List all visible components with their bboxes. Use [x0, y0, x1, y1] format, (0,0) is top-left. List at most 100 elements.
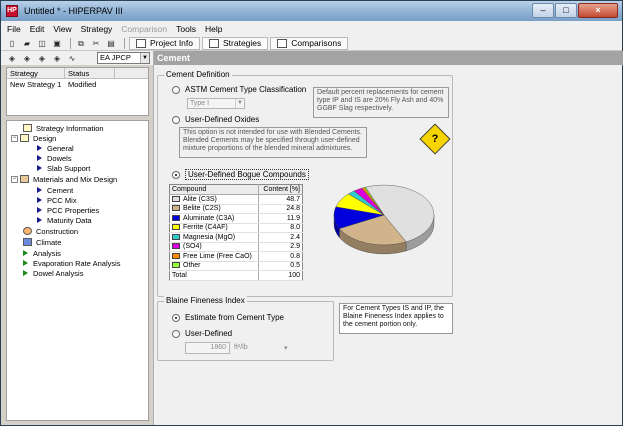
open-folder-icon[interactable]: ▰ — [21, 38, 33, 49]
table-row[interactable]: Belite (C2S) 24.8 — [169, 204, 303, 214]
tree-label: Maturity Data — [47, 215, 92, 225]
chevron-down-icon[interactable]: ▼ — [235, 99, 244, 108]
blaine-value-input[interactable]: 1860 — [185, 342, 230, 354]
menu-tools[interactable]: Tools — [176, 24, 196, 34]
content-cell[interactable]: 24.8 — [257, 204, 303, 214]
strategy-row[interactable]: New Strategy 1 Modified — [7, 79, 148, 90]
content-cell[interactable]: 2.4 — [257, 232, 303, 243]
oxides-radio[interactable]: User-Defined Oxides — [172, 115, 259, 124]
help-icon: ? — [431, 133, 439, 145]
column-status[interactable]: Status — [65, 68, 115, 78]
content-cell[interactable]: 8.0 — [257, 223, 303, 233]
help-button[interactable]: ? — [419, 123, 451, 155]
table-row[interactable]: Other 0.5 — [169, 261, 303, 271]
table-row[interactable]: (SO4) 2.9 — [169, 242, 303, 252]
table-row[interactable]: Aluminate (C3A) 11.9 — [169, 213, 303, 224]
tree-evaporation-rate-analysis[interactable]: Evaporation Rate Analysis — [23, 258, 121, 268]
content-cell[interactable]: 2.9 — [257, 242, 303, 252]
paste-icon[interactable]: ▤ — [105, 38, 117, 49]
play-icon — [23, 270, 28, 276]
copy-strategy-icon[interactable]: ◈ — [21, 53, 33, 64]
collapse-icon[interactable]: − — [11, 134, 18, 142]
tree-dowel-analysis[interactable]: Dowel Analysis — [23, 268, 83, 278]
column-content: Content [%] — [257, 184, 303, 195]
bogue-radio[interactable]: User-Defined Bogue Compounds — [172, 169, 309, 180]
tree-maturity-data[interactable]: Maturity Data — [37, 215, 92, 225]
tree-label: PCC Properties — [47, 205, 100, 215]
astm-radio-button[interactable] — [172, 85, 180, 94]
add-strategy-icon[interactable]: ◈ — [6, 53, 18, 64]
table-row[interactable]: Alite (C3S) 48.7 — [169, 194, 303, 205]
analysis-graph-icon[interactable]: ∿ — [66, 53, 78, 64]
estimate-radio[interactable]: Estimate from Cement Type — [172, 313, 284, 322]
triangle-icon — [37, 197, 42, 203]
strategy-select[interactable]: EA JPCP ▼ — [97, 52, 150, 64]
triangle-icon — [37, 187, 42, 193]
total-value: 100 — [257, 270, 303, 281]
compound-cell: Magnesia (MgO) — [169, 232, 259, 243]
tree-cement[interactable]: Cement — [37, 185, 73, 195]
menu-edit[interactable]: Edit — [30, 24, 45, 34]
title-bar[interactable]: HP Untitled * - HIPERPAV III – □ × — [1, 1, 622, 21]
user-defined-radio-button[interactable] — [172, 329, 180, 338]
menu-comparison[interactable]: Comparison — [121, 24, 167, 34]
content-cell[interactable]: 48.7 — [257, 194, 303, 205]
new-file-icon[interactable]: ▯ — [6, 38, 18, 49]
play-icon — [23, 260, 28, 266]
menu-view[interactable]: View — [53, 24, 71, 34]
column-strategy[interactable]: Strategy — [7, 68, 65, 78]
main-window: HP Untitled * - HIPERPAV III – □ × File … — [0, 0, 623, 426]
strategies-icon — [209, 38, 219, 48]
menu-help[interactable]: Help — [205, 24, 222, 34]
chevron-down-icon[interactable]: ▾ — [284, 344, 288, 352]
tree-materials-mix-design[interactable]: − Materials and Mix Design — [11, 174, 117, 184]
swatch — [172, 262, 180, 269]
tab-comparisons[interactable]: Comparisons — [270, 36, 349, 50]
minimize-button[interactable]: – — [532, 3, 554, 18]
tree-design[interactable]: − Design — [11, 133, 56, 143]
main-toolbar: ▯ ▰ ◫ ▣ ⧉ ✂ ▤ Project Info Strategies Co… — [1, 36, 622, 51]
triangle-icon — [37, 207, 42, 213]
tree-construction[interactable]: Construction — [23, 226, 78, 236]
delete-strategy-icon[interactable]: ◈ — [51, 53, 63, 64]
tree-pcc-properties[interactable]: PCC Properties — [37, 205, 99, 215]
open-icon[interactable]: ◫ — [36, 38, 48, 49]
tree-slab-support[interactable]: Slab Support — [37, 163, 90, 173]
astm-radio[interactable]: ASTM Cement Type Classification — [172, 85, 306, 94]
menu-strategy[interactable]: Strategy — [81, 24, 113, 34]
compound-name: Ferrite (C4AF) — [183, 224, 228, 232]
table-row[interactable]: Free Lime (Free CaO) 0.8 — [169, 251, 303, 262]
content-cell[interactable]: 0.5 — [257, 261, 303, 271]
compound-cell: Belite (C2S) — [169, 204, 259, 214]
save-icon[interactable]: ▣ — [51, 38, 63, 49]
tree-climate[interactable]: Climate — [23, 237, 61, 247]
chevron-down-icon[interactable]: ▼ — [140, 53, 149, 63]
column-compound: Compound — [169, 184, 259, 195]
close-button[interactable]: × — [578, 3, 618, 18]
tree-analysis[interactable]: Analysis — [23, 248, 61, 258]
user-defined-radio[interactable]: User-Defined — [172, 329, 232, 338]
collapse-icon[interactable]: − — [11, 175, 18, 183]
maximize-button[interactable]: □ — [555, 3, 577, 18]
table-row[interactable]: Ferrite (C4AF) 8.0 — [169, 223, 303, 233]
compound-cell: Alite (C3S) — [169, 194, 259, 205]
estimate-radio-button[interactable] — [172, 313, 180, 322]
cut-icon[interactable]: ✂ — [90, 38, 102, 49]
compound-name: Magnesia (MgO) — [183, 233, 236, 241]
bogue-radio-button[interactable] — [172, 170, 180, 179]
copy-icon[interactable]: ⧉ — [75, 38, 87, 49]
edit-strategy-icon[interactable]: ◈ — [36, 53, 48, 64]
tab-project-info[interactable]: Project Info — [129, 36, 200, 50]
oxides-radio-button[interactable] — [172, 115, 180, 124]
menu-file[interactable]: File — [7, 24, 21, 34]
table-row[interactable]: Magnesia (MgO) 2.4 — [169, 232, 303, 243]
tab-strategies[interactable]: Strategies — [202, 36, 269, 50]
tree-pcc-mix[interactable]: PCC Mix — [37, 195, 77, 205]
content-cell[interactable]: 0.8 — [257, 251, 303, 262]
tree-dowels[interactable]: Dowels — [37, 153, 72, 163]
tree-strategy-information[interactable]: Strategy Information — [23, 123, 104, 133]
astm-type-select[interactable]: Type I ▼ — [187, 98, 245, 109]
tree-general[interactable]: General — [37, 143, 74, 153]
menu-bar: File Edit View Strategy Comparison Tools… — [1, 21, 622, 36]
content-cell[interactable]: 11.9 — [257, 213, 303, 224]
